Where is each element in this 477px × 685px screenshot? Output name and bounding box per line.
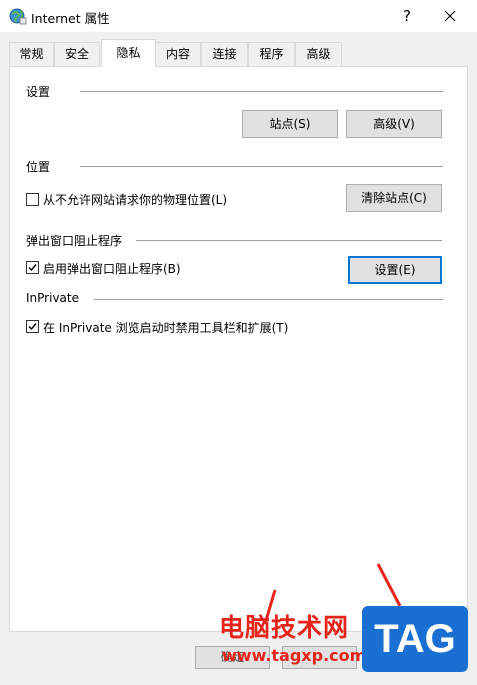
location-checkbox-label[interactable]: 从不允许网站请求你的物理位置(L)	[43, 191, 227, 208]
inprivate-checkbox-label[interactable]: 在 InPrivate 浏览启动时禁用工具栏和扩展(T)	[43, 319, 288, 336]
sites-button[interactable]: 站点(S)	[242, 110, 338, 138]
location-divider	[80, 166, 443, 167]
watermark-site-name: 电脑技术网	[219, 613, 350, 642]
popup-blocker-checkbox[interactable]	[26, 261, 39, 274]
checkmark-icon	[28, 264, 37, 272]
watermark-arrow-icon	[376, 563, 402, 607]
tab-general[interactable]: 常规	[9, 42, 54, 66]
advanced-button[interactable]: 高级(V)	[346, 110, 442, 138]
internet-properties-dialog: Internet 属性 ? 常规 安全 隐私 内容 连接 程序 高级 设置 站点…	[0, 0, 477, 685]
help-button[interactable]: ?	[393, 4, 421, 28]
tab-content[interactable]: 内容	[155, 42, 201, 66]
watermark-url: www.tagxp.com	[222, 646, 367, 665]
location-checkbox[interactable]	[26, 193, 39, 206]
watermark-tag-badge: TAG	[362, 606, 468, 672]
close-icon	[444, 10, 456, 22]
inprivate-divider	[94, 299, 443, 300]
popup-group-title: 弹出窗口阻止程序	[26, 234, 123, 248]
inprivate-checkbox[interactable]	[26, 320, 39, 333]
location-group-title: 位置	[26, 160, 51, 174]
title-bar[interactable]: Internet 属性 ?	[0, 0, 477, 32]
internet-globe-icon	[9, 7, 27, 25]
tab-security[interactable]: 安全	[54, 42, 100, 66]
close-button[interactable]	[436, 4, 464, 28]
checkmark-icon	[28, 323, 37, 331]
privacy-panel: 设置 站点(S) 高级(V) 位置 从不允许网站请求你的物理位置(L) 清除站点…	[9, 66, 468, 632]
popup-blocker-checkbox-label[interactable]: 启用弹出窗口阻止程序(B)	[43, 260, 181, 277]
popup-divider	[136, 240, 442, 241]
tab-privacy[interactable]: 隐私	[101, 39, 156, 67]
popup-settings-button[interactable]: 设置(E)	[348, 256, 442, 284]
tab-advanced[interactable]: 高级	[295, 42, 342, 66]
window-title: Internet 属性	[31, 11, 110, 26]
inprivate-group-title: InPrivate	[26, 291, 79, 305]
tab-programs[interactable]: 程序	[248, 42, 295, 66]
settings-group-title: 设置	[26, 85, 51, 99]
tab-connections[interactable]: 连接	[201, 42, 248, 66]
settings-divider	[80, 91, 443, 92]
clear-sites-button[interactable]: 清除站点(C)	[346, 184, 442, 212]
